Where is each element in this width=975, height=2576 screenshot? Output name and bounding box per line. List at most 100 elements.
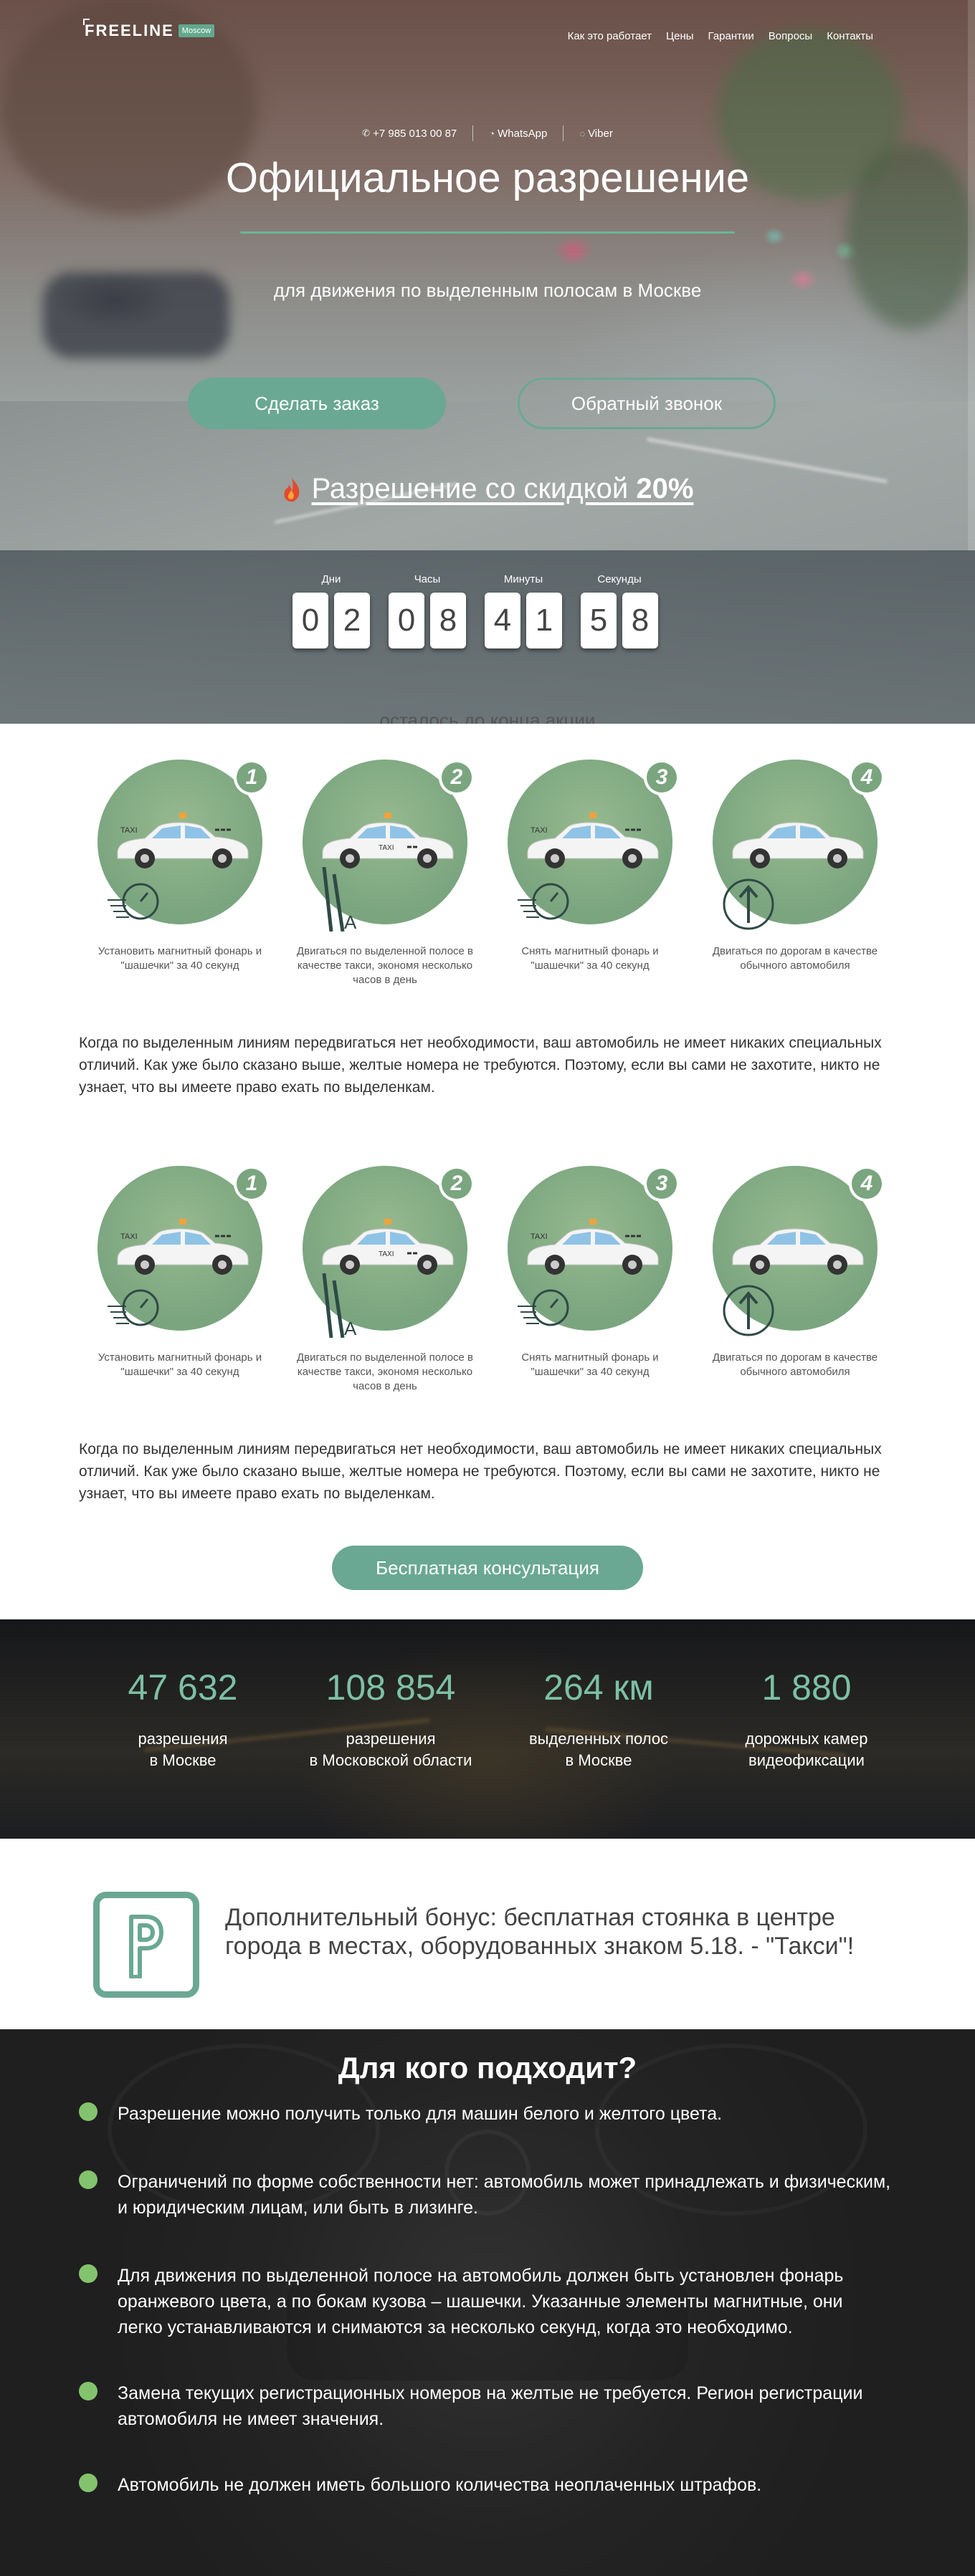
free-consultation-button[interactable]: Бесплатная консультация: [332, 1546, 643, 1590]
phone-icon: ✆: [362, 128, 371, 138]
svg-text:TAXI: TAXI: [120, 1232, 138, 1241]
discount-link[interactable]: Разрешение со скидкой 20%: [0, 473, 975, 505]
step-description: Снять магнитный фонарь и "шашечки" за 40…: [521, 1351, 659, 1378]
parking-sign-icon: [93, 1892, 199, 1998]
steps-section: 1 TAXI Установить магнитный фонарь и "ша…: [0, 752, 975, 1139]
step-number-badge: 3: [644, 760, 680, 795]
taxi-car-icon: TAXI: [322, 1219, 454, 1275]
viber-link[interactable]: ◌ Viber: [579, 128, 612, 140]
step-number: 4: [852, 1169, 882, 1199]
countdown-timer: Дни 0 2 Часы 0 8 Минуты 4 1 Секунды 5 8: [292, 573, 658, 648]
list-item-text: Ограничений по форме собственности нет: …: [118, 2172, 891, 2218]
bullet-icon: [79, 2382, 98, 2400]
bonus-text: Дополнительный бонус: бесплатная стоянка…: [225, 1904, 855, 1960]
whatsapp-link[interactable]: ◔ WhatsApp: [489, 128, 547, 140]
svg-text:TAXI: TAXI: [120, 826, 138, 835]
flame-icon: [284, 477, 299, 502]
discount-text: Разрешение со скидкой: [311, 473, 637, 504]
timer-seconds: Секунды 5 8: [581, 573, 658, 648]
step-number-badge: 4: [849, 760, 885, 795]
divider: [472, 125, 474, 141]
step-card: 4 Двигаться по дорогам в качестве обычно…: [693, 1166, 898, 1394]
stat-item: 264 км выделенных полос в Москве: [495, 1667, 703, 1771]
step-description: Снять магнитный фонарь и "шашечки" за 40…: [521, 945, 659, 972]
step-number: 3: [647, 762, 677, 793]
step-card: 3 TAXI Снять магнитный фонарь и "шашечки…: [488, 760, 693, 987]
brand-logo[interactable]: FREELINE Moscow: [83, 19, 215, 40]
stat-label: разрешения в Московской области: [310, 1728, 472, 1771]
scrollbar[interactable]: [968, 0, 975, 550]
faded-divider: [79, 1125, 351, 1131]
svg-text:A: A: [344, 1318, 357, 1338]
stopwatch-icon: [518, 1289, 569, 1326]
taxi-car-icon: TAXI: [322, 813, 454, 868]
whatsapp-label: WhatsApp: [498, 127, 548, 140]
svg-text:TAXI: TAXI: [379, 844, 394, 852]
nav-contacts[interactable]: Контакты: [827, 30, 873, 42]
list-item-text: Разрешение можно получить только для маш…: [118, 2104, 723, 2124]
bullet-icon: [79, 2102, 98, 2121]
step-card: 1 TAXI Установить магнитный фонарь и "ша…: [77, 760, 282, 987]
order-button[interactable]: Сделать заказ: [188, 378, 446, 429]
step-illustration: 1 TAXI: [98, 1166, 270, 1331]
timer-digit: 0: [292, 593, 328, 648]
stat-label-line: разрешения: [138, 1730, 228, 1748]
stat-value: 264 км: [543, 1667, 654, 1708]
bullet-icon: [79, 2170, 98, 2189]
viber-icon: ◌: [579, 128, 586, 139]
nav-questions[interactable]: Вопросы: [769, 30, 812, 42]
step-card: 1 TAXI Установить магнитный фонарь и "ша…: [77, 1166, 282, 1394]
list-item: Разрешение можно получить только для маш…: [79, 2101, 892, 2127]
nav-guarantees[interactable]: Гарантии: [708, 30, 754, 42]
stat-label-line: разрешения: [346, 1730, 436, 1748]
step-number-badge: 2: [439, 760, 475, 795]
step-description: Установить магнитный фонарь и "шашечки" …: [98, 1351, 262, 1378]
step-description: Двигаться по выделенной полосе в качеств…: [296, 945, 474, 986]
list-item: Замена текущих регистрационных номеров н…: [79, 2380, 892, 2432]
step-illustration: 1 TAXI: [98, 760, 270, 924]
step-illustration: 2 TAXI A: [303, 760, 475, 932]
bullet-icon: [79, 2474, 98, 2492]
stat-item: 47 632 разрешения в Москве: [79, 1667, 287, 1771]
who-section: Для кого подходит? Разрешение можно полу…: [0, 2029, 975, 2576]
svg-text:TAXI: TAXI: [531, 826, 548, 835]
step-card: 2 TAXI A Двигаться по выделенной полосе …: [282, 760, 488, 987]
nav-how-it-works[interactable]: Как это работает: [568, 30, 652, 42]
phone-link[interactable]: ✆ +7 985 013 00 87: [362, 128, 457, 140]
list-item: Для движения по выделенной полосе на авт…: [79, 2263, 892, 2340]
bullet-icon: [79, 2264, 98, 2283]
nav-prices[interactable]: Цены: [666, 30, 694, 42]
steps-section: 1 TAXI Установить магнитный фонарь и "ша…: [0, 1159, 975, 1546]
timer-digit: 5: [581, 593, 617, 648]
step-number: 3: [647, 1169, 677, 1199]
stat-label: разрешения в Москве: [138, 1728, 227, 1771]
timer-digit: 8: [622, 593, 658, 648]
timer-hours: Часы 0 8: [389, 573, 466, 648]
stat-label: дорожных камер видеофиксации: [745, 1728, 867, 1771]
timer-label-seconds: Секунды: [597, 573, 642, 585]
timer-digit: 8: [430, 593, 466, 648]
taxi-car-icon: TAXI: [527, 1219, 659, 1275]
svg-text:TAXI: TAXI: [379, 1250, 394, 1258]
step-illustration: 2 TAXI A: [303, 1166, 475, 1338]
step-number-badge: 1: [234, 760, 270, 795]
timer-digit: 0: [389, 593, 424, 648]
plain-car-icon: [732, 1228, 864, 1275]
list-item: Ограничений по форме собственности нет: …: [79, 2169, 892, 2221]
phone-number: +7 985 013 00 87: [373, 127, 457, 140]
straight-arrow-sign-icon: [723, 1285, 774, 1336]
contact-bar: ✆ +7 985 013 00 87 ◔ WhatsApp ◌ Viber: [0, 125, 975, 141]
stat-item: 1 880 дорожных камер видеофиксации: [703, 1667, 910, 1771]
step-card: 3 TAXI Снять магнитный фонарь и "шашечки…: [488, 1166, 693, 1394]
callback-button[interactable]: Обратный звонок: [518, 378, 776, 429]
taxi-car-icon: TAXI: [117, 1219, 249, 1275]
page-title: Официальное разрешение: [225, 155, 750, 201]
lane-sign-icon: A: [322, 867, 357, 932]
list-item-text: Автомобиль не должен иметь большого коли…: [118, 2475, 762, 2495]
step-illustration: 4: [713, 760, 885, 930]
stat-label-line: в Московской области: [309, 1751, 472, 1769]
brand-name: FREELINE: [85, 21, 174, 39]
step-card: 4 Двигаться по дорогам в качестве обычно…: [693, 760, 898, 987]
timer-label-days: Дни: [321, 573, 341, 585]
list-item: Автомобиль не должен иметь большого коли…: [79, 2472, 892, 2498]
